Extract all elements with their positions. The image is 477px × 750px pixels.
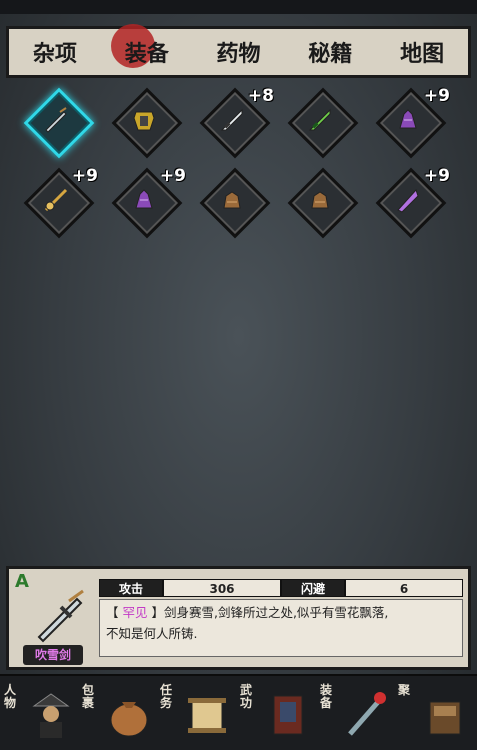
nav-martial-arts[interactable]: 武功 bbox=[238, 680, 318, 746]
tab-manuals[interactable]: 秘籍 bbox=[304, 36, 356, 68]
equipment-icon bbox=[348, 692, 386, 736]
inventory-slot[interactable]: +9 bbox=[23, 166, 98, 239]
nav-quest[interactable]: 任务 bbox=[158, 680, 238, 746]
inventory-slot[interactable] bbox=[111, 87, 183, 159]
green-sword-icon bbox=[308, 108, 331, 131]
gather-icon bbox=[429, 701, 461, 735]
dagger-icon bbox=[37, 589, 84, 643]
hairpin-icon bbox=[44, 188, 68, 212]
inventory-slot[interactable]: +9 bbox=[375, 86, 450, 159]
rarity-label: 罕见 bbox=[122, 605, 148, 620]
nav-gather[interactable]: 聚 bbox=[396, 680, 476, 746]
item-stats: 攻击 306 闪避 6 bbox=[99, 579, 463, 597]
top-status-strip bbox=[0, 0, 477, 14]
bottom-nav: 人物 包裹 任务 武功 装备 聚 bbox=[0, 674, 477, 750]
bronze-gauntlet-icon bbox=[311, 191, 329, 209]
nav-character[interactable]: 人物 bbox=[2, 680, 82, 746]
item-name: 吹雪剑 bbox=[23, 645, 83, 665]
tab-medicine[interactable]: 药物 bbox=[212, 36, 264, 68]
item-detail-panel: A 吹雪剑 攻击 306 闪避 6 【 罕见 】剑身赛雪,剑锋所过之处,似乎有雪… bbox=[6, 566, 471, 670]
purple-gauntlet-icon bbox=[399, 109, 417, 129]
stat-attack-label: 攻击 bbox=[99, 579, 163, 597]
scroll-icon bbox=[188, 698, 226, 733]
inventory-slot[interactable] bbox=[287, 167, 359, 239]
inventory-slot[interactable] bbox=[287, 87, 359, 159]
purple-gauntlet-icon bbox=[135, 189, 153, 209]
inventory-slot[interactable] bbox=[23, 87, 95, 159]
sword-icon bbox=[220, 108, 243, 131]
tab-map[interactable]: 地图 bbox=[396, 36, 448, 68]
inventory-slot[interactable]: +9 bbox=[375, 166, 450, 239]
bag-icon bbox=[110, 702, 148, 737]
purple-crystal-icon bbox=[397, 189, 419, 213]
stat-dodge-value: 6 bbox=[345, 579, 463, 597]
tab-misc[interactable]: 杂项 bbox=[29, 36, 81, 68]
category-tabs: 杂项 装备 药物 秘籍 地图 bbox=[6, 24, 471, 78]
inventory-slot[interactable]: +8 bbox=[199, 86, 274, 159]
character-icon bbox=[32, 693, 70, 738]
item-description: 【 罕见 】剑身赛雪,剑锋所过之处,似乎有雪花飘落, 不知是何人所铸. bbox=[99, 599, 463, 657]
martial-book-icon bbox=[273, 695, 303, 735]
nav-equipment[interactable]: 装备 bbox=[318, 680, 398, 746]
stat-dodge-label: 闪避 bbox=[281, 579, 345, 597]
nav-bag[interactable]: 包裹 bbox=[80, 680, 160, 746]
armor-icon bbox=[133, 111, 155, 131]
rank-badge: A bbox=[15, 571, 29, 592]
stat-attack-value: 306 bbox=[163, 579, 281, 597]
bronze-gauntlet-icon bbox=[223, 191, 241, 209]
inventory-slot[interactable]: +9 bbox=[111, 166, 186, 239]
tab-equipment[interactable]: 装备 bbox=[110, 24, 173, 68]
inventory-slot[interactable] bbox=[199, 167, 271, 239]
dagger-icon bbox=[45, 107, 67, 133]
